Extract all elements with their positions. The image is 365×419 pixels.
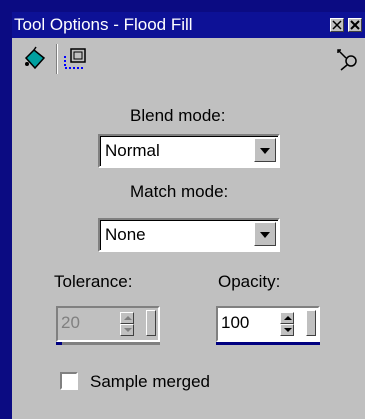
tolerance-spinner[interactable]: 20	[56, 306, 160, 342]
tab-divider	[56, 44, 58, 74]
match-mode-dropdown[interactable]: None	[98, 218, 280, 252]
left-frame-border	[0, 0, 12, 419]
tolerance-down-button[interactable]	[120, 324, 134, 336]
title-bar[interactable]: Tool Options - Flood Fill	[12, 12, 365, 38]
pin-icon	[337, 49, 357, 71]
opacity-spinner[interactable]: 100	[216, 306, 320, 342]
tool-options-panel: Blend mode: Normal Match mode: None Tole…	[12, 38, 365, 419]
opacity-value: 100	[221, 313, 250, 332]
opacity-down-button[interactable]	[280, 324, 294, 336]
opacity-slider-button[interactable]	[306, 310, 316, 336]
tab-row	[12, 38, 365, 78]
blend-mode-label: Blend mode:	[130, 106, 226, 125]
opacity-label: Opacity:	[218, 272, 281, 291]
tab-flood-fill[interactable]	[22, 46, 48, 72]
tolerance-up-button[interactable]	[120, 312, 134, 324]
blend-mode-dropdown[interactable]: Normal	[98, 134, 280, 168]
paint-bucket-icon	[24, 46, 46, 70]
match-mode-value: None	[105, 225, 146, 244]
minimize-icon	[332, 20, 342, 30]
blend-mode-arrow-button[interactable]	[254, 138, 276, 162]
sample-merged-label[interactable]: Sample merged	[90, 372, 210, 392]
sample-merged-checkbox[interactable]	[60, 372, 78, 390]
opacity-slider-track	[216, 342, 320, 345]
tolerance-slider-button[interactable]	[146, 310, 156, 336]
opacity-up-button[interactable]	[280, 312, 294, 324]
blend-mode-value: Normal	[105, 141, 160, 160]
close-icon	[350, 20, 360, 30]
tab-selection-options[interactable]	[62, 46, 88, 72]
tolerance-value: 20	[61, 313, 80, 332]
top-frame-border	[0, 0, 365, 12]
match-mode-label: Match mode:	[130, 182, 229, 201]
tolerance-slider-fill	[56, 342, 62, 345]
tolerance-label: Tolerance:	[54, 272, 133, 291]
pin-panel-button[interactable]	[334, 46, 360, 72]
close-button[interactable]	[348, 18, 362, 32]
match-mode-arrow-button[interactable]	[254, 222, 276, 246]
selection-marquee-icon	[64, 48, 86, 69]
minimize-button[interactable]	[330, 18, 344, 32]
window-title: Tool Options - Flood Fill	[14, 15, 193, 34]
tolerance-slider-track	[56, 342, 160, 345]
